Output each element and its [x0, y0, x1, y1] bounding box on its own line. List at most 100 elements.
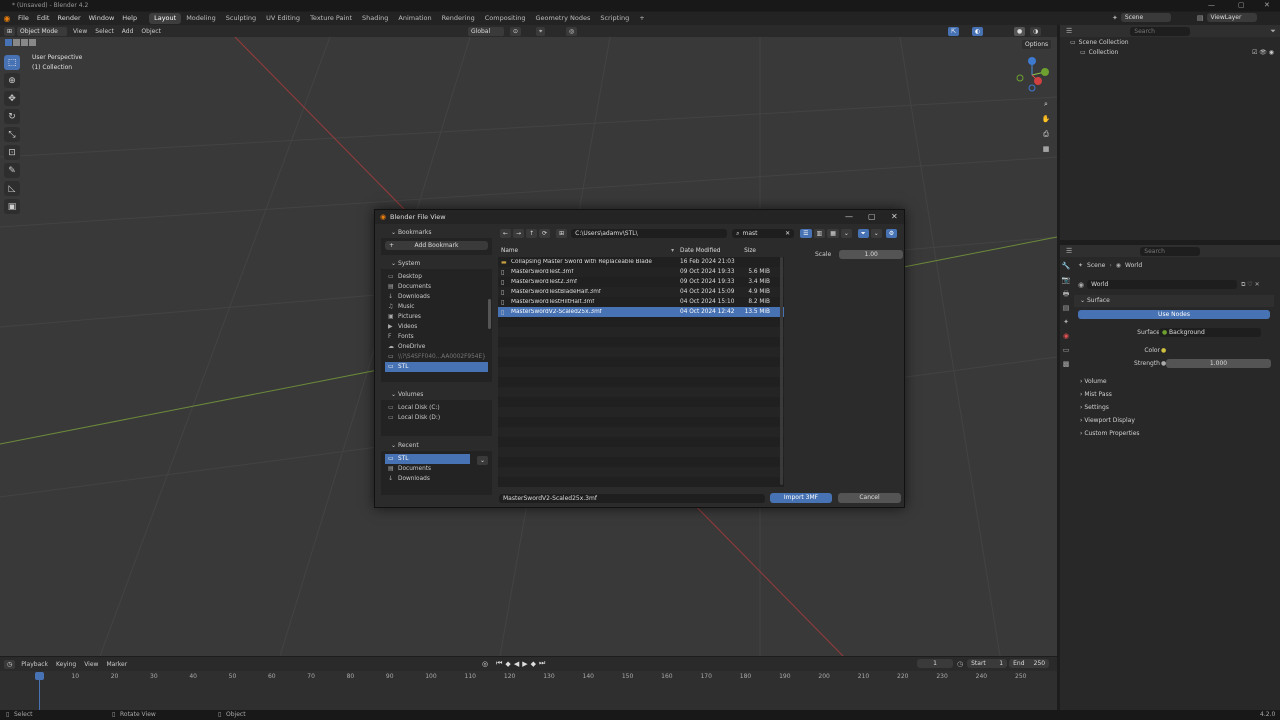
filter-search-field[interactable]: ⌕ mast ✕ [732, 229, 795, 238]
file-list-scrollbar[interactable] [780, 257, 783, 485]
menu-file[interactable]: File [14, 12, 33, 25]
navigation-gizmo[interactable] [1012, 55, 1054, 95]
overlay-toggle-icon[interactable]: ◐ [972, 26, 984, 36]
world-name-field[interactable]: World [1087, 280, 1238, 289]
recent-header[interactable]: ⌄ Recent [381, 440, 492, 451]
tab-shading[interactable]: Shading [357, 13, 393, 24]
tab-animation[interactable]: Animation [393, 13, 436, 24]
cursor-icon[interactable]: ⊕ [4, 73, 20, 88]
properties-editor-icon[interactable]: ☰ [1066, 247, 1072, 255]
shading-solid-icon[interactable]: ● [1014, 26, 1026, 36]
perspective-toggle-icon[interactable]: ▦ [1040, 143, 1052, 155]
world-datablock-icon[interactable]: ◉ [1078, 281, 1084, 289]
annotate-icon[interactable]: ✎ [4, 163, 20, 178]
system-header[interactable]: ⌄ System [381, 258, 492, 269]
system-item-music[interactable]: ♫ Music [385, 302, 488, 312]
editor-type-icon[interactable]: ⊞ [4, 26, 16, 36]
parent-directory-icon[interactable]: ↑ [526, 229, 538, 238]
dialog-maximize-icon[interactable]: ▢ [868, 210, 876, 224]
color-socket-icon[interactable]: ● [1161, 347, 1166, 354]
select-new-icon[interactable] [5, 39, 12, 46]
collection-tab-icon[interactable]: ▭ [1060, 343, 1072, 357]
file-row[interactable]: ▯ MasterSwordV2-Scaled25x.3mf 04 Oct 2024 … [498, 307, 784, 317]
file-row[interactable]: ▯ MasterSwordTest.3mf 09 Oct 2024 19:33 5.6… [498, 267, 784, 277]
filename-input[interactable]: MasterSwordV2-Scaled25x.3mf [499, 493, 765, 503]
refresh-icon[interactable]: ⟳ [539, 229, 551, 238]
tab-rendering[interactable]: Rendering [437, 13, 480, 24]
object-mode-dropdown[interactable]: Object Mode [17, 26, 68, 36]
start-frame-field[interactable]: Start 1 [967, 659, 1008, 668]
timeline-menu-marker[interactable]: Marker [102, 661, 131, 668]
view-layer-selector[interactable]: ViewLayer [1206, 13, 1257, 22]
back-icon[interactable]: ← [500, 229, 512, 238]
texture-tab-icon[interactable]: ▩ [1060, 357, 1072, 371]
tab-uv-editing[interactable]: UV Editing [261, 13, 305, 24]
custom-properties-section-header[interactable]: › Custom Properties [1074, 428, 1274, 440]
select-subtract-icon[interactable] [21, 39, 28, 46]
strength-field[interactable]: 1.000 [1166, 359, 1271, 368]
volume-item-c[interactable]: ▭ Local Disk (C:) [385, 403, 488, 413]
tool-tab-icon[interactable]: 🔧 [1060, 259, 1072, 273]
visibility-toggle-icons[interactable]: ☑ 👁 ◉ [1252, 49, 1274, 56]
mist-pass-section-header[interactable]: › Mist Pass [1074, 389, 1274, 401]
tab-compositing[interactable]: Compositing [480, 13, 531, 24]
outliner-filter-icon[interactable]: ⏷ [1270, 27, 1276, 36]
pan-hand-icon[interactable]: ✋ [1040, 113, 1052, 125]
system-item-documents[interactable]: ▤ Documents [385, 282, 488, 292]
play-icon[interactable]: ▶ [522, 660, 527, 668]
system-item-downloads[interactable]: ↓ Downloads [385, 292, 488, 302]
menu-render[interactable]: Render [53, 12, 84, 25]
world-tab-icon[interactable]: ◉ [1060, 329, 1072, 343]
viewport-menu-select[interactable]: Select [91, 28, 118, 35]
play-reverse-icon[interactable]: ◀ [514, 660, 519, 668]
shading-material-icon[interactable]: ◑ [1030, 26, 1042, 36]
tab-modeling[interactable]: Modeling [181, 13, 221, 24]
display-settings-icon[interactable]: ⌄ [840, 229, 852, 238]
system-item-fonts[interactable]: F Fonts [385, 332, 488, 342]
thumbnails-icon[interactable]: ▦ [827, 229, 839, 238]
tab-sculpting[interactable]: Sculpting [221, 13, 261, 24]
select-invert-icon[interactable] [29, 39, 36, 46]
recent-item-documents[interactable]: ▤ Documents [385, 464, 470, 474]
proportional-edit-icon[interactable]: ◎ [566, 26, 578, 36]
measure-icon[interactable]: ◺ [4, 181, 20, 196]
jump-end-icon[interactable]: ⏭ [539, 659, 545, 668]
volume-item-d[interactable]: ▭ Local Disk (D:) [385, 413, 488, 423]
output-tab-icon[interactable]: 🖶 [1060, 287, 1072, 301]
move-icon[interactable]: ✥ [4, 91, 20, 106]
list-vertical-icon[interactable]: ☰ [800, 229, 812, 238]
menu-window[interactable]: Window [85, 12, 119, 25]
recent-item-downloads[interactable]: ↓ Downloads [385, 474, 470, 484]
use-nodes-button[interactable]: Use Nodes [1078, 310, 1270, 319]
bookmarks-header[interactable]: ⌄ Bookmarks [381, 227, 492, 238]
viewport-menu-object[interactable]: Object [137, 28, 165, 35]
system-item-videos[interactable]: ▶ Videos [385, 322, 488, 332]
directory-path-field[interactable]: C:\Users\adamv\STL\ [571, 229, 728, 238]
filter-icon[interactable]: ⏷ [857, 229, 869, 238]
file-row[interactable]: ▯ MasterSwordTest2.3mf 09 Oct 2024 19:33 3.… [498, 277, 784, 287]
system-scrollbar[interactable] [488, 299, 491, 329]
volume-section-header[interactable]: › Volume [1074, 376, 1274, 388]
tab-scripting[interactable]: Scripting [595, 13, 634, 24]
clear-search-icon[interactable]: ✕ [785, 229, 790, 238]
system-item-desktop[interactable]: ▭ Desktop [385, 272, 488, 282]
surface-shader-field[interactable]: Background [1159, 328, 1261, 337]
viewport-menu-view[interactable]: View [69, 28, 91, 35]
add-bookmark-button[interactable]: + Add Bookmark [385, 241, 488, 250]
select-box-icon[interactable]: ⬚ [4, 55, 20, 70]
filter-dropdown-icon[interactable]: ⌄ [870, 229, 882, 238]
jump-keyframe-forward-icon[interactable]: ◆ [531, 660, 536, 668]
jump-keyframe-back-icon[interactable]: ◆ [505, 660, 510, 668]
rotate-icon[interactable]: ↻ [4, 109, 20, 124]
tab-geometry-nodes[interactable]: Geometry Nodes [531, 13, 596, 24]
system-item-volume-guid[interactable]: ▭ \\?\S4SFF040...AA0002F954E} [385, 352, 488, 362]
system-item-onedrive[interactable]: ☁ OneDrive [385, 342, 488, 352]
timeline-area[interactable]: 1102030405060708090100110120130140150160… [0, 671, 1057, 710]
volumes-header[interactable]: ⌄ Volumes [381, 389, 492, 400]
blender-logo-icon[interactable]: ◉ [0, 14, 14, 23]
timeline-menu-playback[interactable]: Playback [17, 661, 52, 668]
file-list[interactable]: ▬ Collapsing Master Sword with Replaceabl… [498, 257, 784, 487]
new-folder-icon[interactable]: ⊞ [556, 229, 568, 238]
zoom-icon[interactable]: ⌕ [1040, 98, 1052, 110]
menu-help[interactable]: Help [118, 12, 141, 25]
